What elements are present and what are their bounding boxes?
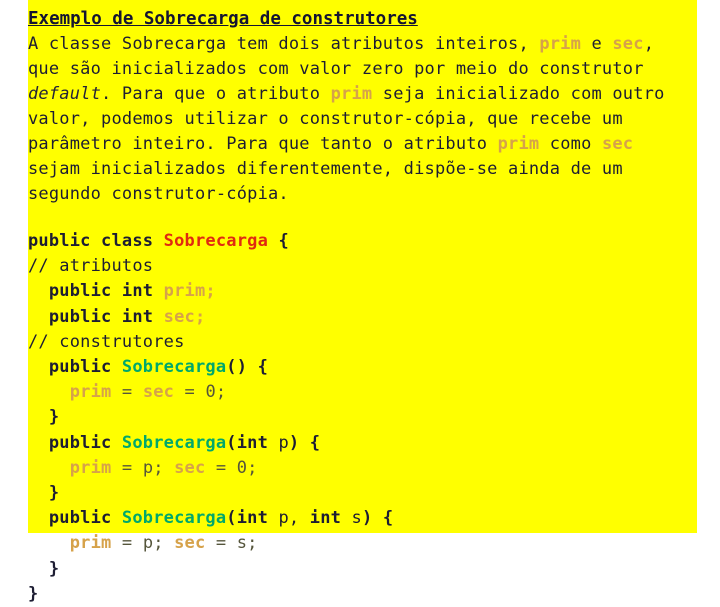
code-line-15-closing-brace: } — [28, 583, 39, 604]
code-line-13-field-sec: sec — [174, 533, 206, 554]
code-line-13-operator-1: = — [111, 533, 143, 554]
code-line-3-indent — [28, 281, 49, 301]
code-line-10-value-1: p; — [142, 457, 164, 478]
paragraph-line-3-part-a: . Para que o atributo — [101, 84, 331, 104]
code-line-9-keyword: public — [48, 432, 122, 453]
code-line-9-signature-end: ) { — [288, 432, 321, 453]
paragraph-line-3-prim: prim — [330, 84, 373, 104]
code-line-13-operator-2: = — [205, 533, 237, 554]
code-line-4-indent — [28, 307, 49, 327]
code-line-13-value-1: p; — [142, 533, 164, 554]
code-line-12-open-paren: ( — [226, 508, 237, 529]
paragraph-line-5-prim: prim — [497, 134, 540, 154]
code-line-12-constructor-name: Sobrecarga — [121, 508, 227, 529]
code-line-10-field-prim: prim — [69, 457, 112, 478]
code-line-7-operator-1: = — [111, 382, 143, 403]
code-line-1-brace: { — [268, 231, 289, 251]
code-line-10-value-2: 0; — [236, 457, 258, 478]
paragraph-line-1-part-b: e — [581, 34, 613, 54]
code-line-2-comment: // atributos — [28, 256, 154, 277]
code-line-12-param-1: p, — [268, 508, 310, 529]
paragraph-line-3-part-b: seja inicializado com outro — [372, 84, 665, 104]
code-line-9-constructor-name: Sobrecarga — [121, 432, 227, 453]
java-code-block: public class Sobrecarga { // atributos p… — [28, 229, 708, 607]
code-line-1-class-name: Sobrecarga — [163, 231, 269, 251]
code-line-12-indent — [28, 508, 49, 528]
paragraph-line-5-part-b: como — [539, 134, 602, 154]
code-line-13-value-2: s; — [236, 533, 258, 554]
code-line-8-closing-brace: } — [28, 407, 60, 428]
code-line-9-param: p — [268, 432, 289, 453]
code-line-4-keywords: public int — [48, 306, 164, 327]
paragraph-line-2: que são inicializados com valor zero por… — [28, 59, 644, 79]
code-line-4-field: sec — [163, 306, 195, 327]
paragraph-line-1-part-a: A classe Sobrecarga tem dois atributos i… — [28, 34, 540, 54]
code-line-6-constructor-name: Sobrecarga — [121, 357, 227, 378]
code-line-10-gap — [164, 458, 174, 478]
paragraph-line-4: valor, podemos utilizar o construtor-cóp… — [28, 109, 623, 129]
code-line-3-field: prim — [163, 281, 206, 302]
code-line-12-int-keyword-2: int — [309, 508, 342, 529]
code-line-13-gap — [164, 533, 174, 553]
code-line-7-field-sec: sec — [142, 382, 175, 403]
code-line-6-signature: () { — [226, 357, 269, 378]
paragraph-line-1-part-c: , — [643, 34, 655, 54]
paragraph-line-1-prim: prim — [539, 34, 582, 54]
code-line-12-keyword: public — [48, 508, 122, 529]
code-line-7-field-prim: prim — [69, 382, 112, 403]
slide-content: Exemplo de Sobrecarga de construtores A … — [28, 7, 708, 607]
code-line-10-indent — [28, 458, 70, 478]
description-paragraph: A classe Sobrecarga tem dois atributos i… — [28, 32, 708, 207]
code-line-5-comment: // construtores — [28, 331, 185, 352]
code-line-14-closing-brace: } — [28, 558, 60, 579]
code-line-7-operator-2: = — [174, 382, 206, 403]
code-line-3-keywords: public int — [48, 281, 164, 302]
code-line-9-indent — [28, 433, 49, 453]
code-line-9-open-paren: ( — [226, 432, 237, 453]
paragraph-line-7: segundo construtor-cópia. — [28, 184, 289, 204]
code-line-10-field-sec: sec — [174, 457, 206, 478]
code-line-10-operator-2: = — [205, 457, 237, 478]
paragraph-line-5-part-a: parâmetro inteiro. Para que tanto o atri… — [28, 134, 498, 154]
code-line-3-semicolon: ; — [205, 281, 216, 302]
code-line-12-param-2: s — [341, 508, 362, 529]
code-line-9-int-keyword: int — [236, 432, 269, 453]
code-line-12-int-keyword-1: int — [236, 508, 269, 529]
paragraph-line-3-default: default — [28, 84, 102, 104]
code-line-6-keyword: public — [48, 357, 122, 378]
code-line-7-value: 0; — [205, 382, 227, 403]
paragraph-line-6: sejam inicializados diferentemente, disp… — [28, 159, 623, 179]
code-line-12-signature-end: ) { — [361, 508, 394, 529]
paragraph-line-5-sec: sec — [601, 134, 634, 154]
code-line-13-field-prim: prim — [69, 533, 112, 554]
code-line-7-indent — [28, 382, 70, 402]
code-line-10-operator-1: = — [111, 457, 143, 478]
code-line-6-indent — [28, 357, 49, 377]
code-line-13-indent — [28, 533, 70, 553]
slide-title: Exemplo de Sobrecarga de construtores — [28, 9, 418, 29]
slide-canvas: Exemplo de Sobrecarga de construtores A … — [0, 0, 720, 604]
code-line-11-closing-brace: } — [28, 483, 60, 504]
code-line-1-keywords: public class — [28, 231, 164, 251]
code-line-4-semicolon: ; — [194, 306, 206, 327]
paragraph-line-1-sec: sec — [612, 34, 644, 54]
